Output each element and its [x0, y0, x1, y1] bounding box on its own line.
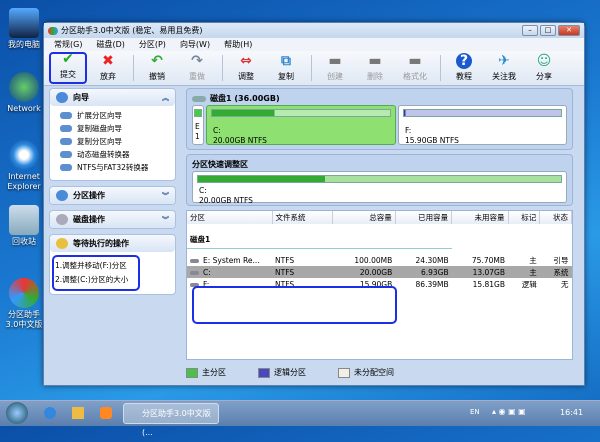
start-button[interactable] [6, 402, 28, 424]
expand-icon[interactable]: ︾ [162, 215, 169, 225]
menu-disk[interactable]: 磁盘(D) [96, 39, 124, 50]
wizard-icon [60, 164, 72, 171]
disk-map: 磁盘1 (36.00GB) E1 C: 20.00GB NTFS F: 15.90G… [186, 88, 573, 150]
partition-block-e[interactable]: E1 [192, 105, 204, 145]
resize-icon: ⇔ [240, 53, 252, 69]
desktop-icon-computer[interactable]: 我的电脑 [2, 8, 46, 50]
resize-button[interactable]: ⇔ 调整 [227, 52, 265, 84]
pending-icon [56, 238, 68, 249]
wizard-item-ntfs-fat32[interactable]: NTFS与FAT32转换器 [50, 161, 175, 174]
menu-general[interactable]: 常规(G) [54, 39, 82, 50]
pending-op[interactable]: 1.调整并移动(F:)分区 [55, 259, 137, 273]
wizard-icon [60, 138, 72, 145]
discard-button[interactable]: ✖ 放弃 [89, 52, 127, 84]
pending-op[interactable]: 2.调整(C:)分区的大小 [55, 273, 137, 287]
menu-bar: 常规(G) 磁盘(D) 分区(P) 向导(W) 帮助(H) [44, 38, 584, 51]
wizard-item-copy-disk[interactable]: 复制磁盘向导 [50, 122, 175, 135]
disk-group-label: 磁盘1 [187, 232, 452, 249]
gear-icon [56, 214, 68, 225]
ie-taskbar-icon[interactable] [44, 407, 56, 419]
table-row[interactable]: E: System Re... NTFS 100.00MB 24.30MB 75.70M… [187, 254, 572, 266]
format-button[interactable]: ▬ 格式化 [396, 52, 434, 84]
legend-primary: 主分区 [186, 367, 226, 378]
collapse-icon[interactable]: ︽ [162, 93, 169, 103]
copy-button[interactable]: ⧉ 复制 [267, 52, 305, 84]
media-player-taskbar-icon[interactable] [100, 407, 112, 419]
follow-button[interactable]: ✈ 关注我 [485, 52, 523, 84]
quick-adjust-area: 分区快速调整区 C: 20.00GB NTFS [186, 154, 573, 206]
drive-icon [190, 258, 199, 263]
follow-icon: ✈ [498, 53, 510, 69]
selection-highlight [192, 286, 397, 324]
taskbar: 分区助手3.0中文版 (... EN ▴ ◉ ▣ ▣ 16:41 [0, 400, 600, 437]
minimize-button[interactable]: – [522, 25, 538, 36]
wizard-item-extend[interactable]: 扩展分区向导 [50, 109, 175, 122]
table-row[interactable]: C: NTFS 20.00GB 6.93GB 13.07GB 主系统 [187, 266, 572, 278]
create-button[interactable]: ▬ 创建 [316, 52, 354, 84]
legend-unallocated: 未分配空间 [338, 367, 394, 378]
disk-icon [192, 95, 206, 102]
format-icon: ▬ [408, 53, 422, 69]
clock[interactable]: 16:41 [560, 408, 583, 417]
wizard-section: 向导 ︽ 扩展分区向导 复制磁盘向导 复制分区向导 动态磁盘转换器 NTFS与FA… [49, 88, 176, 181]
wizard-item-dynamic-disk[interactable]: 动态磁盘转换器 [50, 148, 175, 161]
partition-ops-header[interactable]: 分区操作 ︾ [50, 187, 175, 204]
language-indicator[interactable]: EN [470, 408, 480, 416]
toolbar: ✔ 提交 ✖ 放弃 ↶ 撤销 ↷ 重做 ⇔ 调整 ⧉ 复制 ▬ 创建 ▬ 删除 ▬ 格式化 ? 教程… [44, 51, 584, 86]
redo-icon: ↷ [191, 53, 203, 69]
close-button[interactable]: ✕ [558, 25, 580, 36]
menu-help[interactable]: 帮助(H) [224, 39, 252, 50]
taskbar-app-button[interactable]: 分区助手3.0中文版 (... [123, 403, 219, 437]
title-bar: 分区助手3.0中文版 (稳定、易用且免费) – □ ✕ [44, 23, 584, 38]
partition-icon [56, 190, 68, 201]
wizard-icon [60, 125, 72, 132]
desktop-icon-partition-assistant[interactable]: 分区助手3.0中文版 [2, 278, 46, 330]
delete-button[interactable]: ▬ 删除 [356, 52, 394, 84]
wizard-icon [60, 151, 72, 158]
wizard-icon [60, 112, 72, 119]
check-icon: ✔ [62, 51, 74, 67]
legend: 主分区 逻辑分区 未分配空间 [186, 367, 394, 378]
expand-icon[interactable]: ︾ [162, 191, 169, 201]
undo-button[interactable]: ↶ 撤销 [138, 52, 176, 84]
disk-ops-header[interactable]: 磁盘操作 ︾ [50, 211, 175, 228]
pending-section: 等待执行的操作 1.调整并移动(F:)分区 2.调整(C:)分区的大小 [49, 234, 176, 295]
app-icon [48, 26, 58, 35]
explorer-taskbar-icon[interactable] [72, 407, 84, 419]
wizard-icon [56, 92, 68, 103]
share-button[interactable]: ☺ 分享 [525, 52, 563, 84]
menu-partition[interactable]: 分区(P) [139, 39, 166, 50]
partition-table: 分区 文件系统 总容量 已用容量 未用容量 标记 状态 磁盘1 E: System… [186, 210, 573, 360]
x-icon: ✖ [102, 53, 114, 69]
desktop-icon-ie[interactable]: Internet Explorer [2, 140, 46, 192]
desktop-icon-network[interactable]: Network [2, 72, 46, 114]
create-icon: ▬ [328, 53, 342, 69]
legend-logical: 逻辑分区 [258, 367, 306, 378]
wizard-header[interactable]: 向导 ︽ [50, 89, 175, 106]
wizard-item-copy-partition[interactable]: 复制分区向导 [50, 135, 175, 148]
quick-adjust-slider[interactable]: C: 20.00GB NTFS [192, 171, 567, 205]
left-panel: 向导 ︽ 扩展分区向导 复制磁盘向导 复制分区向导 动态磁盘转换器 NTFS与FA… [49, 88, 176, 300]
app-window: 分区助手3.0中文版 (稳定、易用且免费) – □ ✕ 常规(G) 磁盘(D) 分区… [43, 22, 585, 386]
submit-button[interactable]: ✔ 提交 [49, 51, 87, 84]
tray-icons[interactable]: ▴ ◉ ▣ ▣ [492, 407, 526, 416]
help-icon: ? [456, 53, 472, 69]
menu-wizard[interactable]: 向导(W) [180, 39, 210, 50]
delete-icon: ▬ [368, 53, 382, 69]
undo-icon: ↶ [151, 53, 163, 69]
redo-button[interactable]: ↷ 重做 [178, 52, 216, 84]
partition-block-c[interactable]: C: 20.00GB NTFS [206, 105, 396, 145]
drive-icon [190, 270, 199, 275]
tutorial-button[interactable]: ? 教程 [445, 52, 483, 84]
share-icon: ☺ [536, 53, 552, 69]
desktop-icon-recycle-bin[interactable]: 回收站 [2, 205, 46, 247]
maximize-button[interactable]: □ [540, 25, 556, 36]
copy-icon: ⧉ [281, 53, 291, 69]
partition-block-f[interactable]: F: 15.90GB NTFS [398, 105, 567, 145]
